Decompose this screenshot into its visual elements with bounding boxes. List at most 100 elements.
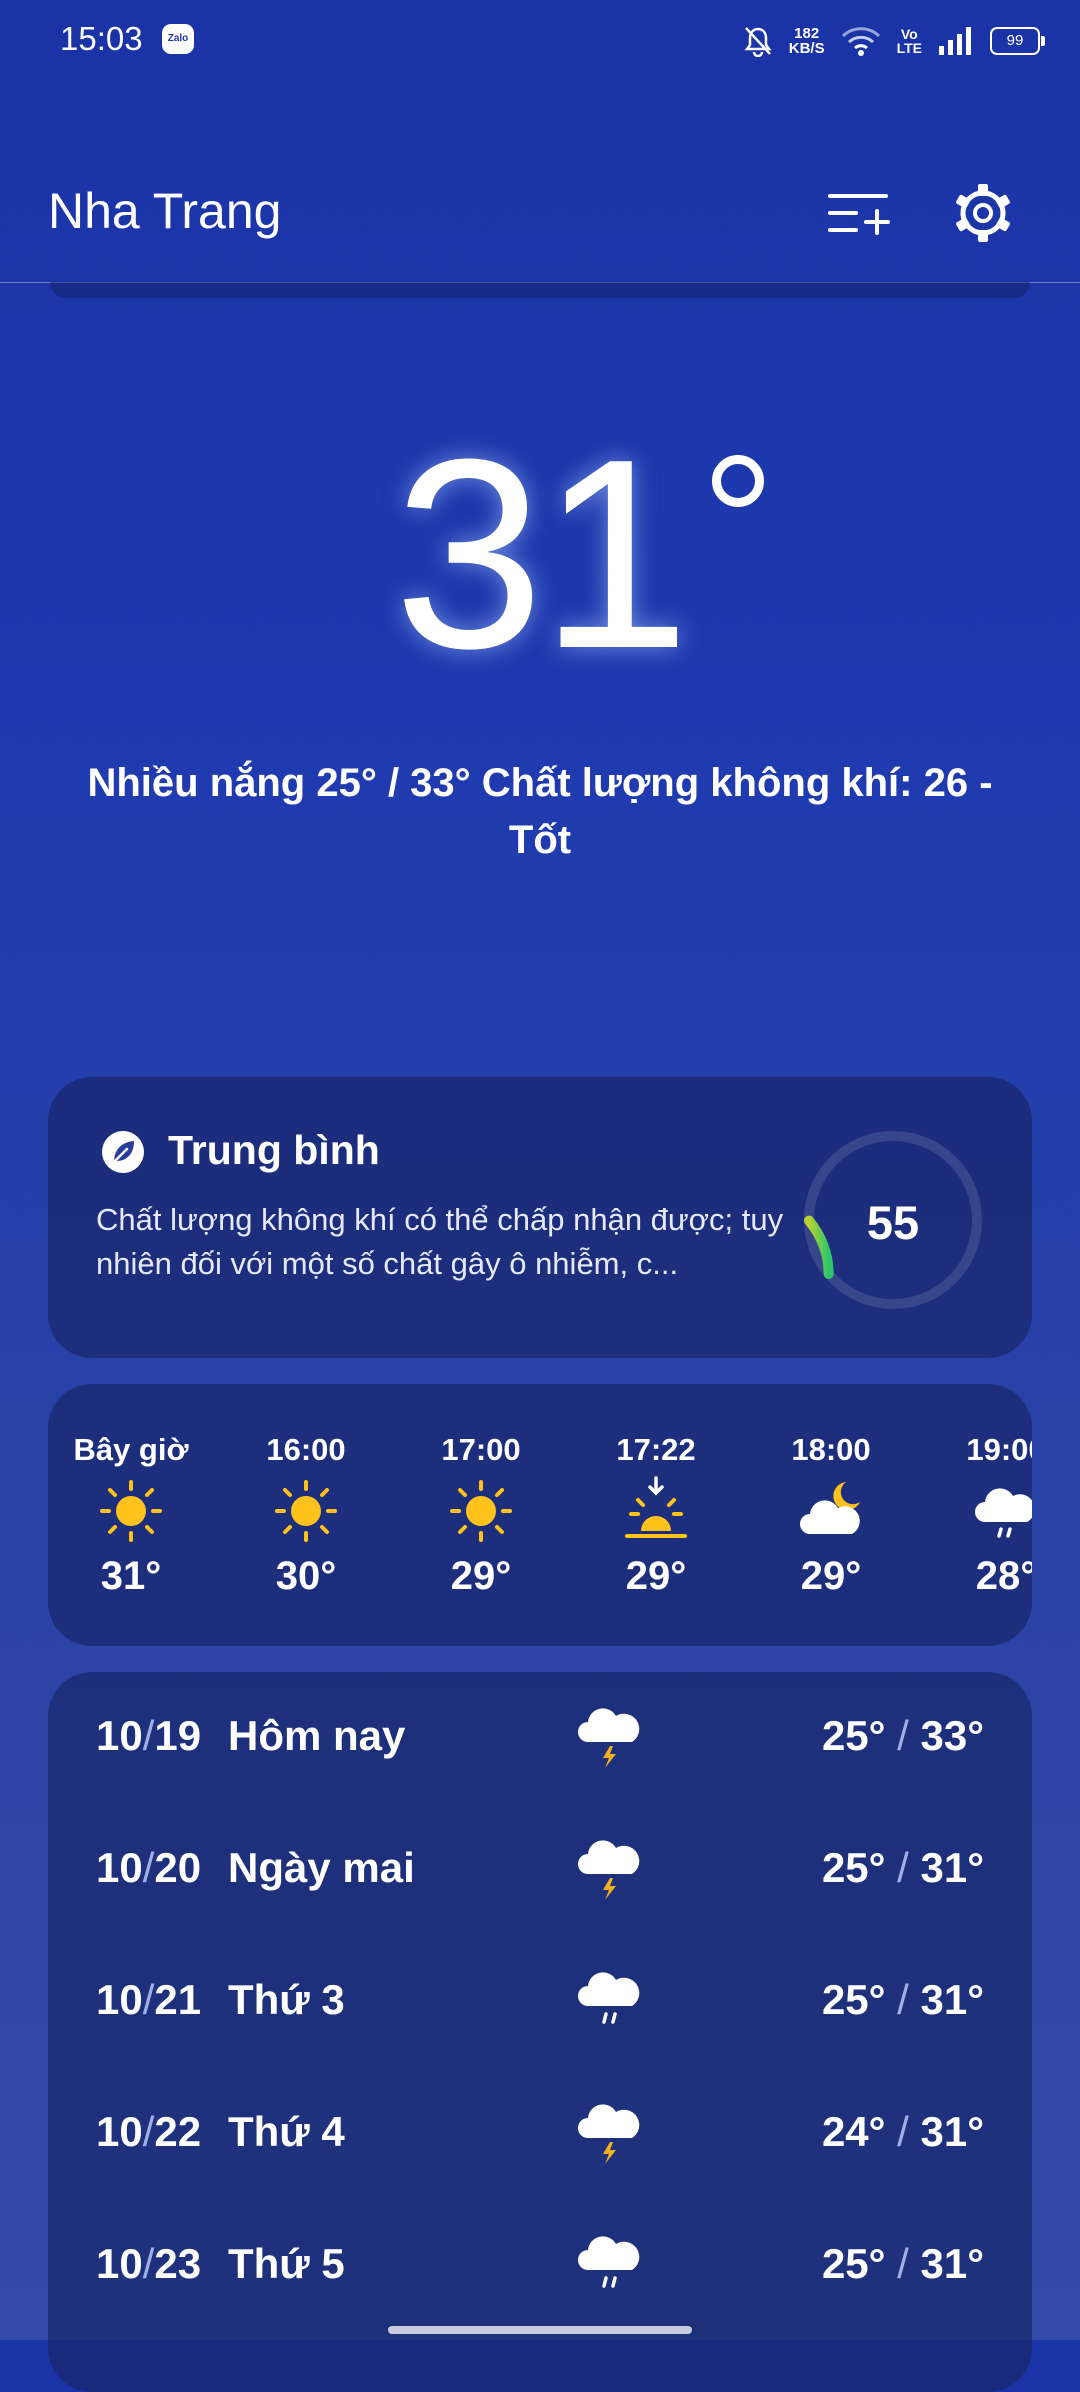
degree-symbol [712,455,764,507]
leaf-icon [102,1131,144,1173]
hour-item: 16:00 30° [231,1432,381,1599]
day-month: 10 [96,1844,143,1891]
day-month: 10 [96,2240,143,2287]
aqi-value: 55 [866,1196,920,1249]
temp-separator: / [897,1844,909,1891]
hour-temp: 29° [450,1554,512,1598]
date-separator: / [142,2108,155,2155]
day-low: 25° [821,1976,886,2023]
hour-temp: 29° [625,1554,687,1598]
hour-label: 16:00 [266,1432,346,1467]
date-separator: / [142,1712,155,1759]
day-of-month: 21 [154,1976,202,2023]
day-row[interactable]: 10/19 Hôm nay 25° / 33° [48,1672,1032,1804]
day-temps: 25° / 31° [822,1976,984,2024]
day-row[interactable]: 10/20 Ngày mai 25° / 31° [48,1804,1032,1936]
hour-label: 18:00 [791,1432,871,1467]
date-separator: / [142,2240,155,2287]
day-temps: 25° / 33° [822,1712,984,1760]
day-name: Thứ 5 [228,2240,345,2287]
weather-summary: Nhiều nắng 25° / 33° Chất lượng không kh… [87,761,993,862]
day-low: 25° [821,2240,886,2287]
hour-temp: 29° [800,1554,862,1598]
status-bar: 15:03 Zalo 182 KB/S Vo LTE 99 [0,0,1080,80]
day-row[interactable]: 10/22 Thứ 4 24° / 31° [48,2068,1032,2200]
date-separator: / [142,1844,155,1891]
day-row[interactable]: 10/23 Thứ 5 25° / 31° [48,2200,1032,2332]
daily-forecast-card[interactable]: 10/19 Hôm nay 25° / 33° 10/20 Ngày mai 2… [48,1672,1032,2392]
manage-cities-icon[interactable] [826,180,892,246]
day-low: 25° [821,1712,886,1759]
day-temps: 25° / 31° [822,2240,984,2288]
day-date: 10/19 [96,1712,201,1760]
hour-label: 17:22 [616,1432,696,1467]
rain-cloud-icon [975,1488,1032,1538]
volte-bottom: LTE [896,40,922,56]
settings-gear-icon[interactable] [950,180,1016,246]
sun-icon [450,1480,512,1542]
day-date: 10/20 [96,1844,201,1892]
volte-top: Vo [900,26,918,42]
hour-temp: 31° [100,1554,162,1598]
aqi-description: Chất lượng không khí có thể chấp nhận đư… [96,1202,784,1281]
hourly-forecast-card[interactable]: Bây giờ 31° 16:00 30° 17:00 29° 17:22 29… [48,1384,1032,1646]
day-high: 31° [920,2108,984,2155]
status-icons: 182 KB/S Vo LTE 99 [743,20,1045,62]
mute-bell-icon [744,27,772,57]
aqi-level-title: Trung bình [168,1127,380,1173]
date-separator: / [142,1976,155,2023]
hour-item: Bây giờ 31° [56,1432,206,1599]
day-name: Thứ 4 [228,2108,345,2155]
wifi-icon [841,27,880,56]
thunderstorm-icon [578,1708,640,1768]
day-row[interactable]: 10/21 Thứ 3 25° / 31° [48,1936,1032,2068]
hour-item: 19:00 28° [931,1432,1032,1599]
current-temperature: 31 [393,404,690,705]
day-date: 10/21 [96,1976,201,2024]
city-name[interactable]: Nha Trang [48,182,281,240]
air-quality-card[interactable]: Trung bình Chất lượng không khí có thể c… [48,1077,1032,1358]
hour-label: 19:00 [966,1432,1032,1467]
day-of-month: 20 [154,1844,202,1891]
net-speed-value: 182 [794,25,820,42]
day-month: 10 [96,2108,143,2155]
volte-indicator: Vo LTE [897,27,922,55]
signal-icon [939,27,971,55]
day-low: 24° [821,2108,886,2155]
day-of-month: 23 [154,2240,202,2287]
thunderstorm-icon [578,1840,640,1900]
day-date: 10/23 [96,2240,201,2288]
battery-icon: 99 [990,27,1045,55]
temp-separator: / [897,1712,909,1759]
temp-separator: / [897,2108,909,2155]
hour-item: 17:22 29° [581,1432,731,1599]
thunderstorm-icon [578,2104,640,2164]
hour-label: 17:00 [441,1432,521,1467]
day-name: Hôm nay [228,1712,406,1759]
net-speed-unit: KB/S [788,40,825,57]
day-name: Thứ 3 [228,1976,345,2023]
day-month: 10 [96,1712,143,1759]
hour-item: 18:00 29° [756,1432,906,1599]
rain-cloud-icon [578,2236,640,2288]
moon-cloud-icon [800,1482,860,1534]
zalo-notification-icon: Zalo [162,24,194,54]
status-time: 15:03 [60,20,143,57]
hour-temp: 30° [275,1554,337,1598]
sun-icon [100,1480,162,1542]
rain-cloud-icon [578,1972,640,2024]
day-low: 25° [821,1844,886,1891]
day-month: 10 [96,1976,143,2023]
day-high: 31° [920,1844,984,1891]
home-indicator[interactable] [388,2326,692,2334]
temp-separator: / [897,2240,909,2287]
day-name: Ngày mai [228,1844,415,1891]
collapsed-card-edge [50,282,1030,298]
sun-icon [275,1480,337,1542]
day-high: 31° [920,2240,984,2287]
temp-separator: / [897,1976,909,2023]
day-high: 31° [920,1976,984,2023]
day-of-month: 22 [154,2108,202,2155]
hour-temp: 28° [975,1554,1032,1598]
day-date: 10/22 [96,2108,201,2156]
